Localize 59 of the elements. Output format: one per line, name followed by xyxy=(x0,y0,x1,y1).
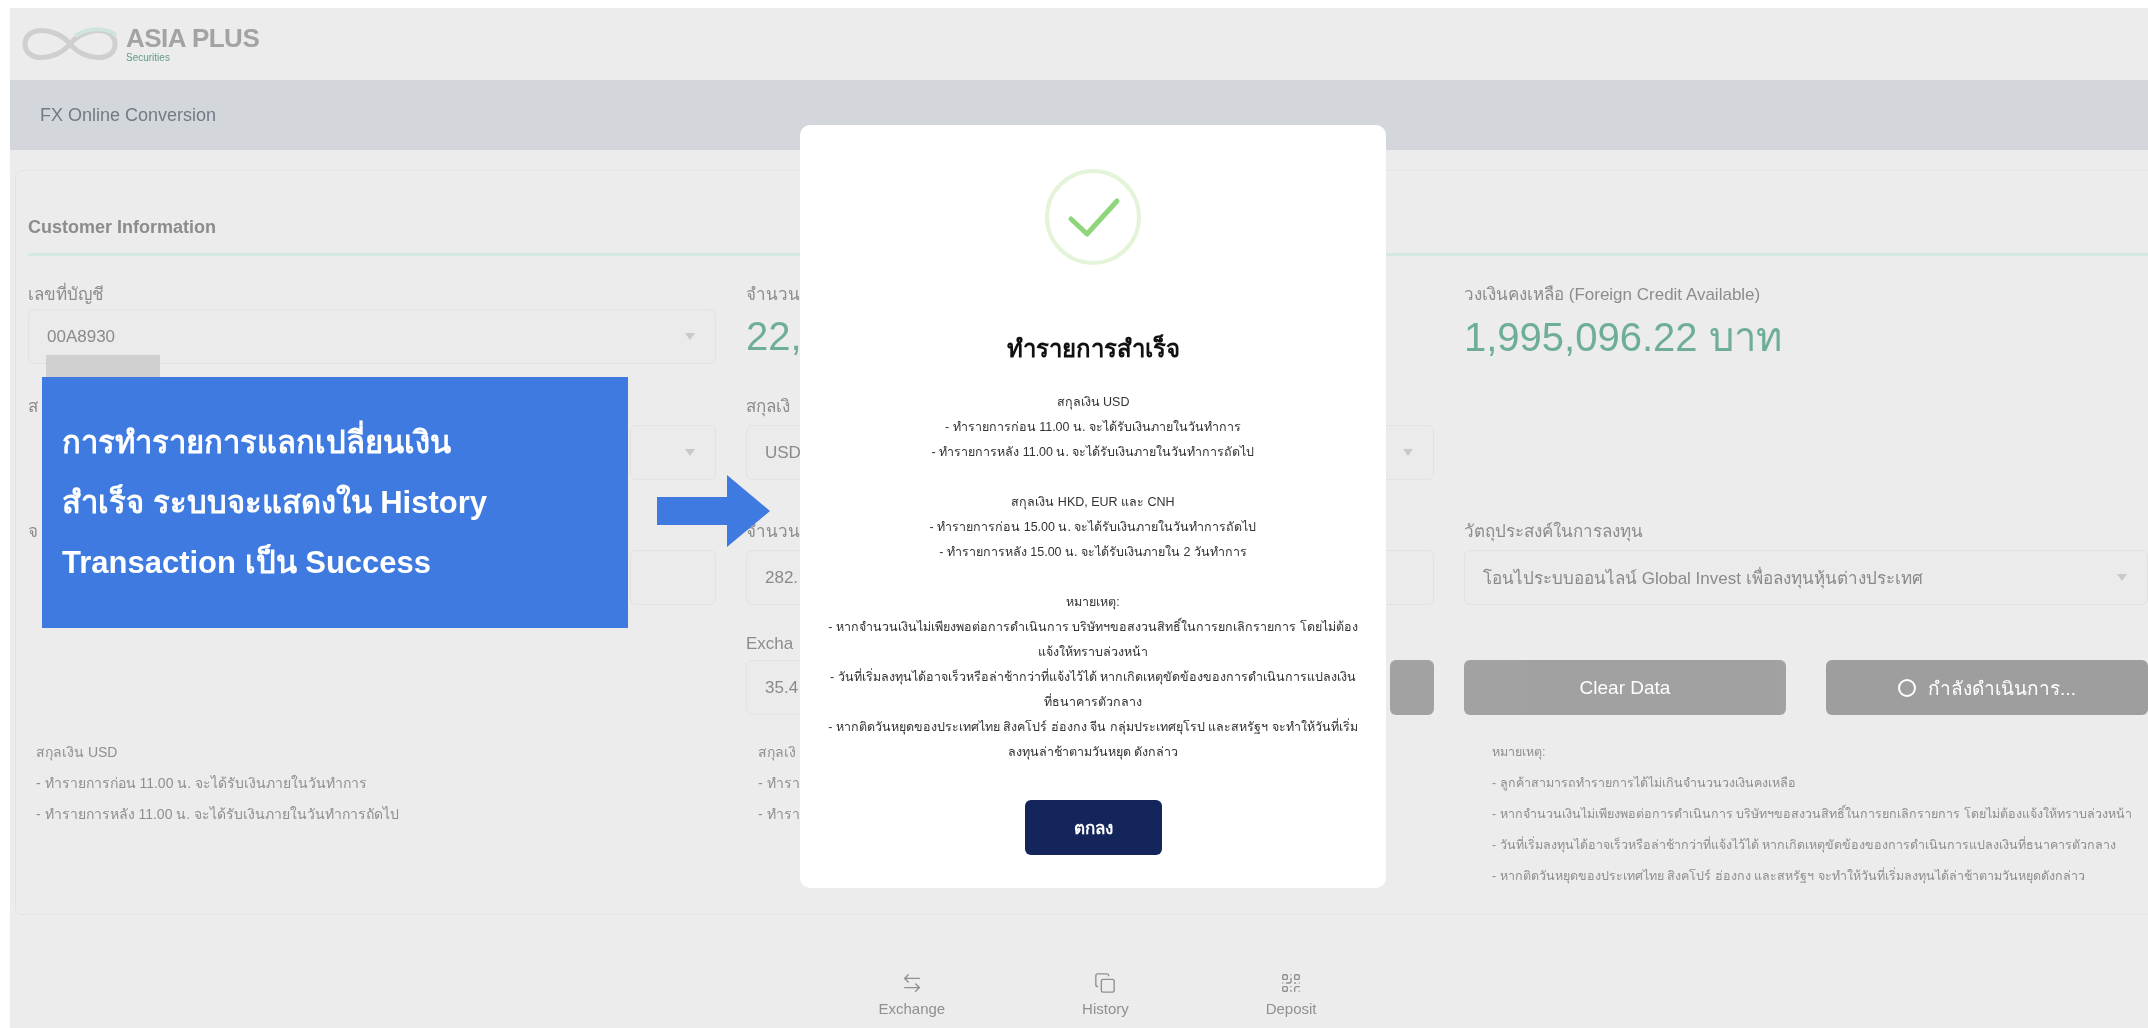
dialog-text: - หากติดวันหยุดของประเทศไทย สิงคโปร์ ฮ่องกง จีน กลุ่มประเทศยุโรป และสหรัฐฯ จะทำให้วันที่เริ่มลงทุนล่าช้าตามวันหยุด ดังกล่าว xyxy=(828,717,1358,762)
spinner-icon xyxy=(1898,678,1917,697)
field-label: ส xyxy=(28,396,38,418)
brand-tagline: Securities xyxy=(126,53,171,63)
section-heading: สกุลเงิน USD xyxy=(1056,394,1130,412)
account-select[interactable]: 00A8930 xyxy=(28,309,716,364)
section-heading: สกุลเงิน HKD, EUR และ CNH xyxy=(1011,494,1175,512)
balance-value: 22, xyxy=(746,314,802,359)
purpose-select[interactable]: โอนไประบบออนไลน์ Global Invest เพื่อลงทุนหุ้นต่างประเทศ xyxy=(1464,550,2148,605)
note-text: - ทำรา xyxy=(758,805,800,824)
note-text: - หากติดวันหยุดของประเทศไทย สิงคโปร์ ฮ่องกง และสหรัฐฯ จะทำให้วันที่เริ่มลงทุนได้ล่าช้าตามวันหยุดดังกล่าว xyxy=(1492,866,2085,886)
note-text: - หากจำนวนเงินไม่เพียงพอต่อการดำเนินการ บริษัทฯขอสงวนสิทธิ์ในการยกเลิกรายการ โดยไม่ต้องแจ้งให้ทราบล่วงหน้า xyxy=(1492,799,2132,830)
field-label: จ xyxy=(28,521,38,543)
note-text: สกุลเงิน USD xyxy=(36,743,118,763)
input-value: 282. xyxy=(765,567,799,588)
field-label: สกุลเงิ xyxy=(746,396,790,419)
field-label: วัตถุประสงค์ในการลงทุน xyxy=(1464,520,1643,544)
select-value: USD xyxy=(765,442,801,463)
callout-text: การทำรายการแลกเปลี่ยนเงิน สำเร็จ ระบบจะแสดงใน History Transaction เป็น Success xyxy=(62,412,488,593)
dialog-text: - ทำรายการหลัง 11.00 น. จะได้รับเงินภายในวันทำการถัดไป xyxy=(931,444,1255,461)
checkmark-icon xyxy=(1043,167,1143,267)
credit-value: 1,995,096.22 บาท xyxy=(1464,313,1782,361)
note-text: - ทำรายการหลัง 11.00 น. จะได้รับเงินภายในวันทำการถัดไป xyxy=(36,805,400,824)
caret-icon xyxy=(685,449,695,456)
note-text: - ทำรา xyxy=(758,774,800,793)
select-value: 00A8930 xyxy=(47,326,116,347)
page-title: FX Online Conversion xyxy=(40,104,217,126)
caret-icon xyxy=(2117,574,2127,581)
caret-icon xyxy=(685,333,695,340)
field-label: เลขที่บัญชี xyxy=(28,281,104,306)
currency-select[interactable] xyxy=(630,425,716,480)
action-button[interactable] xyxy=(1390,660,1434,715)
clear-data-button[interactable]: Clear Data xyxy=(1464,660,1786,715)
field-label: Excha xyxy=(746,634,794,654)
dialog-text: - ทำรายการก่อน 11.00 น. จะได้รับเงินภายในวันทำการ xyxy=(945,419,1241,436)
dialog-title: ทำรายการสำเร็จ xyxy=(1006,333,1180,365)
input-value: 35.4 xyxy=(765,677,799,698)
select-value: โอนไประบบออนไลน์ Global Invest เพื่อลงทุนหุ้นต่างประเทศ xyxy=(1483,564,1923,591)
caret-icon xyxy=(1403,449,1413,456)
ok-button[interactable]: ตกลง xyxy=(1024,800,1162,855)
dialog-text: - ทำรายการหลัง 15.00 น. จะได้รับเงินภายใน 2 วันทำการ xyxy=(939,544,1247,561)
notes-title: หมายเหตุ: xyxy=(1492,744,1546,762)
field-label: จำนวน xyxy=(746,283,800,306)
field-label: วงเงินคงเหลือ (Foreign Credit Available) xyxy=(1464,283,1761,306)
note-text: - ลูกค้าสามารถทำรายการได้ไม่เกินจำนวนวงเงินคงเหลือ xyxy=(1492,775,1796,793)
qr-code-icon xyxy=(1280,972,1303,994)
nav-tab[interactable]: Deposit xyxy=(1265,972,1317,1020)
field-label: จำนวน xyxy=(746,521,800,543)
note-text: สกุลเงิ xyxy=(758,743,796,763)
section-heading: หมายเหตุ: xyxy=(1066,594,1120,612)
brand-name: ASIA PLUS xyxy=(126,25,260,51)
nav-tab[interactable]: History xyxy=(1082,972,1129,1020)
dialog-text: - วันที่เริ่มลงทุนได้อาจเร็วหรือล่าช้ากว่าที่แจ้งไว้ได้ หากเกิดเหตุขัดข้องของการดำเนินการแปลงเงินที่ธนาคารตัวกลาง xyxy=(828,667,1358,711)
note-text: - ทำรายการก่อน 11.00 น. จะได้รับเงินภายในวันทำการ xyxy=(36,774,368,793)
copy-icon xyxy=(1094,972,1117,994)
note-text: - วันที่เริ่มลงทุนได้อาจเร็วหรือล่าช้ากว่าที่แจ้งไว้ได้ หากเกิดเหตุขัดข้องของการดำเนินการแปลงเงินที่ธนาคารตัวกลาง xyxy=(1492,835,2117,855)
dialog-text: - ทำรายการก่อน 15.00 น. จะได้รับเงินภายในวันทำการถัดไป xyxy=(929,519,1257,536)
nav-tab[interactable]: Exchange xyxy=(878,972,946,1020)
dialog-text: - หากจำนวนเงินไม่เพียงพอต่อการดำเนินการ บริษัทฯขอสงวนสิทธิ์ในการยกเลิกรายการ โดยไม่ต้องแจ้งให้ทราบล่วงหน้า xyxy=(828,615,1358,665)
